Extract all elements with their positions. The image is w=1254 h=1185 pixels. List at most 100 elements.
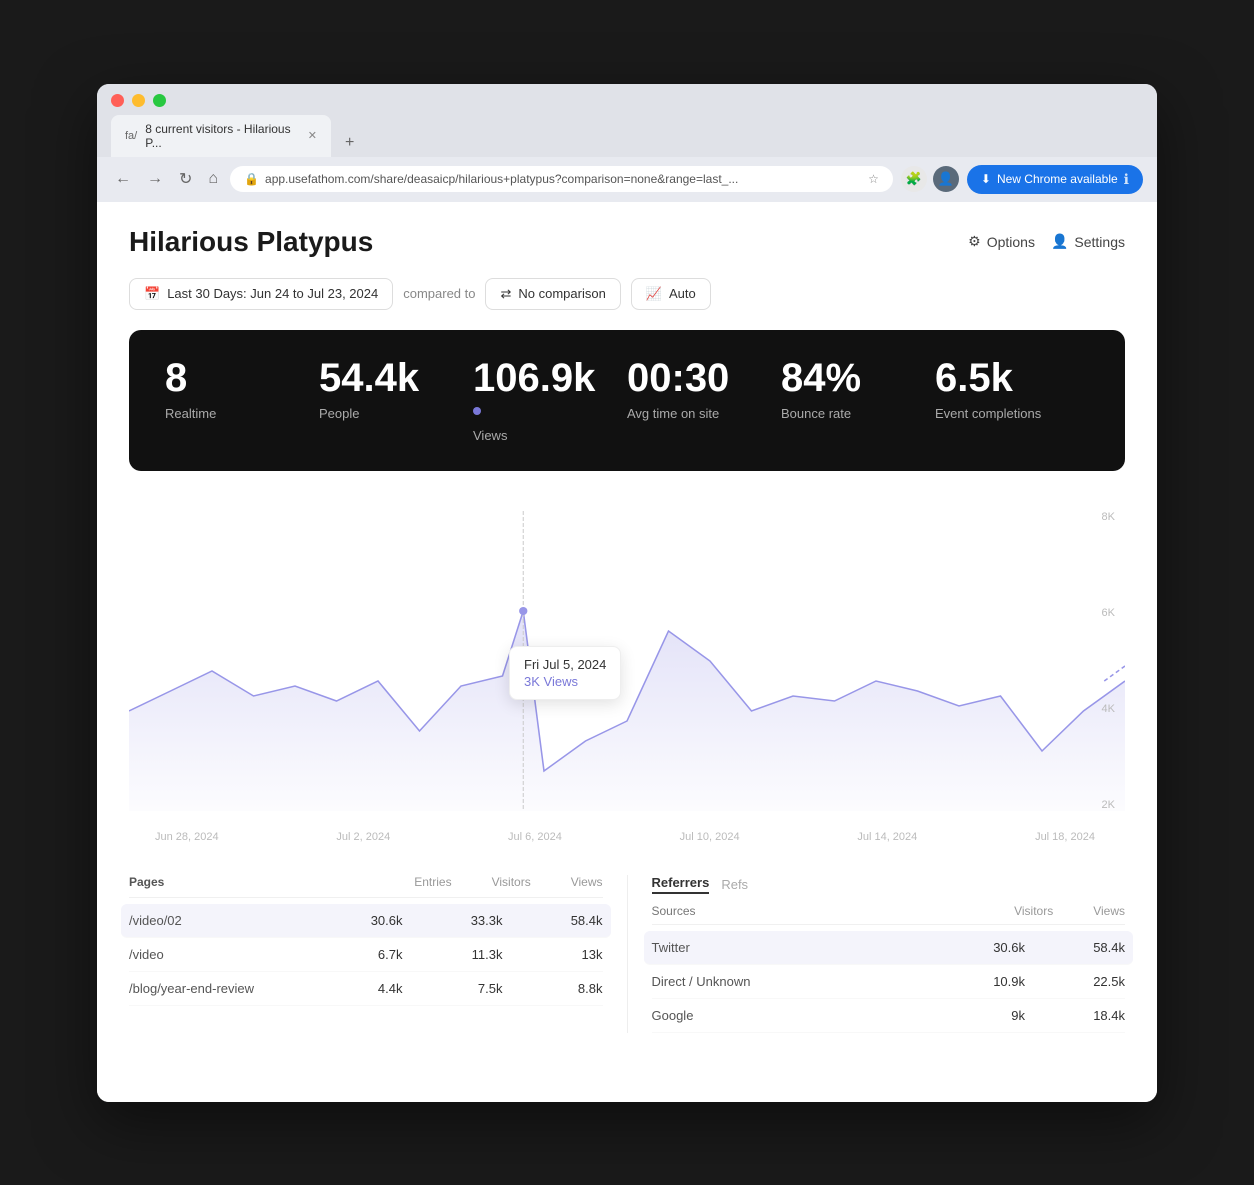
referrer-source: Twitter (652, 940, 966, 955)
bounce-label: Bounce rate (781, 406, 935, 421)
referrer-source: Direct / Unknown (652, 974, 966, 989)
home-button[interactable]: ⌂ (204, 168, 222, 190)
options-button[interactable]: ⚙ Options (968, 233, 1035, 250)
tab-favicon: fa/ (125, 130, 137, 142)
page-name: /video (129, 947, 343, 962)
ref-views: 18.4k (1065, 1008, 1125, 1023)
tooltip-views: 3K Views (524, 674, 606, 689)
pages-col-header: Pages (129, 875, 164, 889)
x-label-5: Jul 18, 2024 (1035, 831, 1095, 843)
x-label-0: Jun 28, 2024 (155, 831, 219, 843)
address-bar: ← → ↻ ⌂ 🔒 app.usefathom.com/share/deasai… (97, 157, 1157, 202)
stat-avg-time: 00:30 Avg time on site (627, 358, 781, 421)
table-row[interactable]: /video/02 30.6k 33.3k 58.4k (121, 904, 611, 938)
bookmark-icon[interactable]: ☆ (868, 172, 879, 186)
bottom-section: Pages Entries Visitors Views /video/02 3… (129, 875, 1125, 1033)
views-value: 106.9k (473, 358, 627, 398)
referrers-sub-header: Sources Visitors Views (652, 898, 1126, 925)
date-range-picker[interactable]: 📅 Last 30 Days: Jun 24 to Jul 23, 2024 (129, 278, 393, 310)
settings-icon: 👤 (1051, 233, 1068, 250)
ref-views: 58.4k (1065, 940, 1125, 955)
ref-views-header: Views (1093, 904, 1125, 918)
auto-picker[interactable]: 📈 Auto (631, 278, 711, 310)
visitors-value: 7.5k (443, 981, 503, 996)
settings-button[interactable]: 👤 Settings (1051, 233, 1125, 250)
realtime-value: 8 (165, 358, 319, 398)
chart-tooltip: Fri Jul 5, 2024 3K Views (509, 646, 621, 700)
table-row[interactable]: /blog/year-end-review 4.4k 7.5k 8.8k (129, 972, 603, 1006)
table-row[interactable]: /video 6.7k 11.3k 13k (129, 938, 603, 972)
lock-icon: 🔒 (244, 172, 259, 186)
settings-label: Settings (1074, 234, 1125, 250)
url-text: app.usefathom.com/share/deasaicp/hilario… (265, 172, 862, 186)
maximize-light[interactable] (153, 94, 166, 107)
auto-label: Auto (669, 286, 696, 301)
chrome-icon: ⬇ (981, 172, 991, 186)
comparison-picker[interactable]: ⇄ No comparison (485, 278, 620, 310)
entries-value: 6.7k (343, 947, 403, 962)
pages-table: Pages Entries Visitors Views /video/02 3… (129, 875, 603, 1033)
refs-tab[interactable]: Refs (721, 877, 748, 892)
page-content: Hilarious Platypus ⚙ Options 👤 Settings … (97, 202, 1157, 1102)
views-col-header: Views (571, 875, 603, 889)
avg-time-value: 00:30 (627, 358, 781, 398)
extension-icon-puzzle[interactable]: 🧩 (901, 166, 927, 192)
stat-views: 106.9k Views (473, 358, 627, 443)
minimize-light[interactable] (132, 94, 145, 107)
comparison-label: No comparison (518, 286, 605, 301)
ref-visitors: 10.9k (965, 974, 1025, 989)
line-chart (129, 511, 1125, 811)
views-value: 8.8k (543, 981, 603, 996)
views-label: Views (473, 428, 627, 443)
entries-value: 30.6k (343, 913, 403, 928)
page-title: Hilarious Platypus (129, 226, 373, 258)
referrers-header: Referrers Refs (652, 875, 1126, 894)
gear-icon: ⚙ (968, 233, 981, 250)
x-label-2: Jul 6, 2024 (508, 831, 562, 843)
events-label: Event completions (935, 406, 1089, 421)
avg-time-label: Avg time on site (627, 406, 781, 421)
events-value: 6.5k (935, 358, 1089, 398)
chrome-available-label: New Chrome available (997, 172, 1118, 186)
forward-button[interactable]: → (143, 168, 167, 190)
pages-col-group: Entries Visitors Views (414, 875, 602, 889)
entries-value: 4.4k (343, 981, 403, 996)
new-tab-button[interactable]: + (335, 129, 364, 157)
header-actions: ⚙ Options 👤 Settings (968, 233, 1125, 250)
active-tab[interactable]: fa/ 8 current visitors - Hilarious P... … (111, 115, 331, 157)
page-header: Hilarious Platypus ⚙ Options 👤 Settings (129, 226, 1125, 258)
title-bar: fa/ 8 current visitors - Hilarious P... … (97, 84, 1157, 157)
ref-visitors: 30.6k (965, 940, 1025, 955)
refresh-button[interactable]: ↻ (175, 167, 196, 191)
people-value: 54.4k (319, 358, 473, 398)
pages-table-header: Pages Entries Visitors Views (129, 875, 603, 898)
ref-row[interactable]: Direct / Unknown 10.9k 22.5k (652, 965, 1126, 999)
chrome-available-info-icon[interactable]: ℹ (1124, 171, 1129, 188)
ref-row[interactable]: Google 9k 18.4k (652, 999, 1126, 1033)
calendar-icon: 📅 (144, 286, 160, 302)
back-button[interactable]: ← (111, 168, 135, 190)
browser-window: fa/ 8 current visitors - Hilarious P... … (97, 84, 1157, 1102)
chrome-available-button[interactable]: ⬇ New Chrome available ℹ (967, 165, 1143, 194)
y-label-6k: 6K (1102, 607, 1115, 619)
tooltip-date: Fri Jul 5, 2024 (524, 657, 606, 672)
section-divider (627, 875, 628, 1033)
referrers-tab[interactable]: Referrers (652, 875, 710, 894)
filter-row: 📅 Last 30 Days: Jun 24 to Jul 23, 2024 c… (129, 278, 1125, 310)
x-label-3: Jul 10, 2024 (680, 831, 740, 843)
y-label-8k: 8K (1102, 511, 1115, 523)
x-label-4: Jul 14, 2024 (857, 831, 917, 843)
ref-col-headers: Visitors Views (1014, 904, 1125, 918)
y-label-4k: 4K (1102, 703, 1115, 715)
extension-icon-avatar[interactable]: 👤 (933, 166, 959, 192)
tab-close-button[interactable]: ✕ (308, 129, 317, 142)
comparison-icon: ⇄ (500, 286, 511, 302)
x-axis-labels: Jun 28, 2024 Jul 2, 2024 Jul 6, 2024 Jul… (145, 831, 1105, 843)
ref-row[interactable]: Twitter 30.6k 58.4k (644, 931, 1134, 965)
views-value: 13k (543, 947, 603, 962)
close-light[interactable] (111, 94, 124, 107)
visitors-value: 33.3k (443, 913, 503, 928)
url-bar[interactable]: 🔒 app.usefathom.com/share/deasaicp/hilar… (230, 166, 893, 192)
ref-visitors-header: Visitors (1014, 904, 1053, 918)
extension-icons: 🧩 👤 (901, 166, 959, 192)
